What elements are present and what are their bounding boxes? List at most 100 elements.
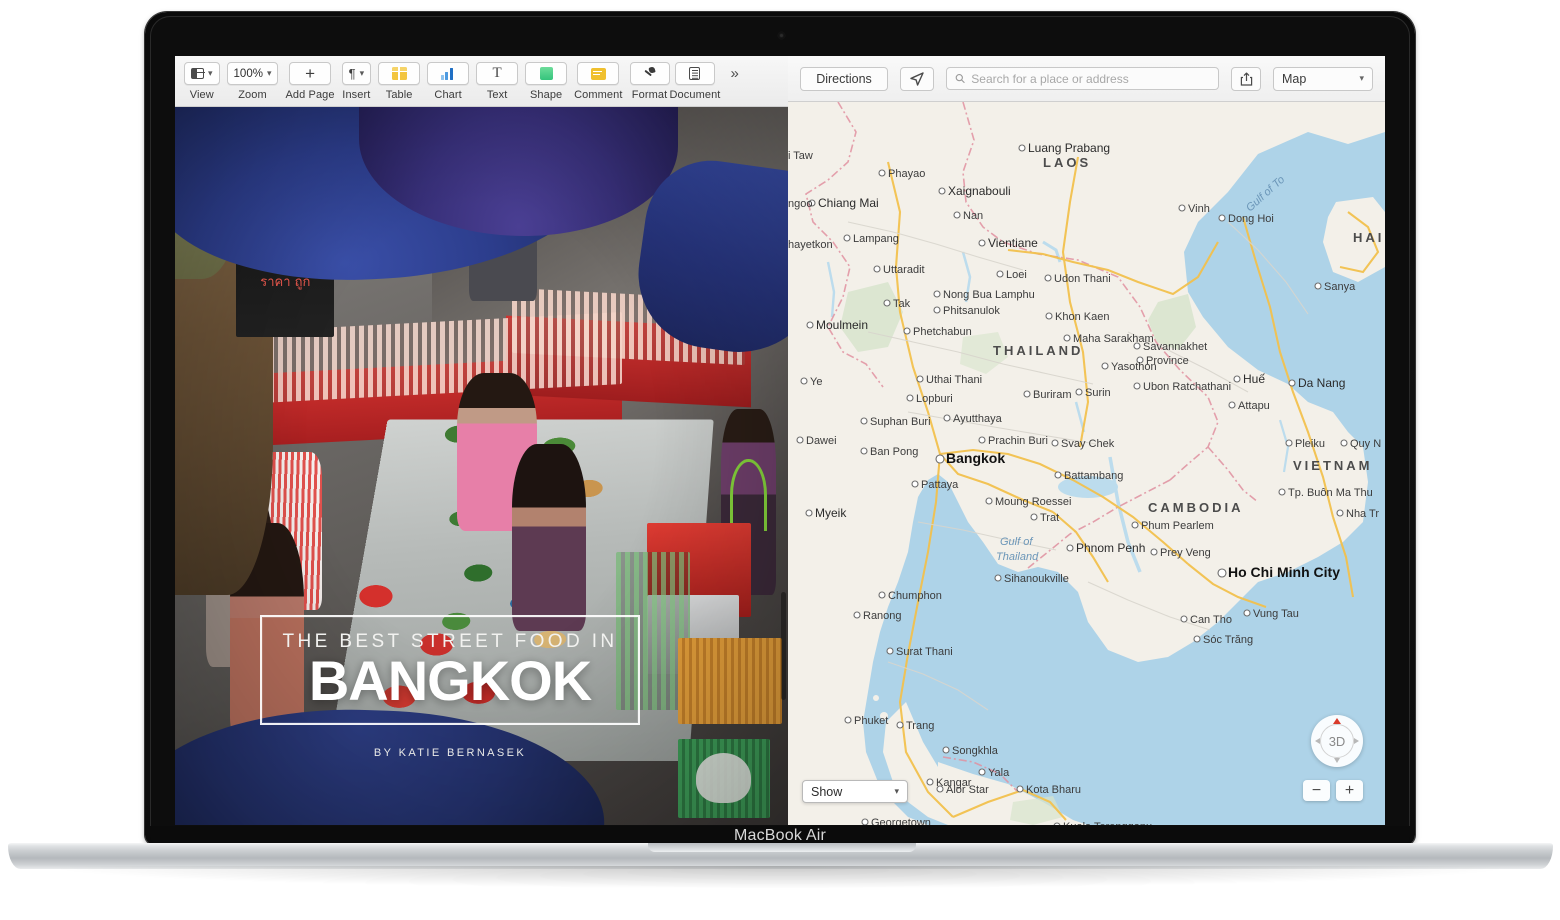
map-city-label: Nong Bua Lamphu: [933, 289, 1035, 301]
svg-text:Loei: Loei: [1006, 269, 1027, 281]
map-city-label: Bangkok: [935, 450, 1005, 466]
svg-text:Surat Thani: Surat Thani: [896, 646, 953, 658]
toolbar-item-chart[interactable]: Chart: [427, 62, 470, 101]
map-city-label: ngoo: [788, 198, 812, 210]
map-city-label: Buriram: [1023, 389, 1072, 401]
svg-text:Bangkok: Bangkok: [946, 450, 1005, 466]
map-country-label: LAOS: [1043, 155, 1091, 170]
map-canvas[interactable]: Luang Prabang Xaignabouli Phayao Chiang Mai…: [788, 102, 1385, 825]
macbook-air-device: ▾ View 100% ▾ Zoom + Add Page ¶ ▾ Insert…: [0, 0, 1560, 920]
share-button[interactable]: [1231, 66, 1261, 91]
comment-button[interactable]: [577, 62, 620, 85]
pages-document-canvas[interactable]: ราคา ถูก THE BEST STREET FOOD IN BANGKOK…: [175, 107, 788, 825]
document-scrollbar-thumb[interactable]: [781, 592, 786, 700]
map-city-label: Phetchabun: [903, 326, 972, 338]
directions-button[interactable]: Directions: [800, 66, 888, 91]
svg-text:Ye: Ye: [810, 376, 822, 388]
toolbar-overflow-button[interactable]: »: [730, 65, 738, 82]
zoom-out-button[interactable]: −: [1303, 780, 1330, 801]
search-icon: [955, 73, 965, 84]
toolbar-item-document[interactable]: Document: [670, 62, 721, 101]
map-country-label: THAILAND: [993, 343, 1083, 358]
map-show-dropdown[interactable]: Show ▾: [802, 780, 908, 803]
chevron-down-icon: ▾: [894, 786, 899, 796]
map-city-label: Yala: [978, 767, 1010, 779]
text-button[interactable]: T: [476, 62, 519, 85]
zoom-in-button[interactable]: +: [1336, 780, 1363, 801]
toolbar-item-format[interactable]: Format: [629, 62, 670, 101]
zoom-button[interactable]: 100% ▾: [226, 62, 279, 85]
toolbar-item-add-page[interactable]: + Add Page: [285, 62, 335, 101]
map-search-field[interactable]: [946, 67, 1219, 90]
toolbar-item-table[interactable]: Table: [378, 62, 421, 101]
maps-app-window: Directions Search for a place or address…: [788, 56, 1385, 825]
view-button[interactable]: ▾: [184, 62, 220, 85]
text-t-icon: T: [492, 65, 502, 81]
map-city-label: Da Nang: [1288, 376, 1345, 390]
map-city-label: Can Tho: [1180, 614, 1232, 626]
map-city-label: Lopburi: [906, 393, 953, 405]
map-city-label: Surin: [1075, 387, 1111, 399]
sticky-note-comment-icon: [590, 67, 606, 80]
map-city-label: Svay Chek: [1051, 438, 1115, 450]
svg-text:Nha Tr: Nha Tr: [1346, 508, 1379, 520]
3d-compass-control[interactable]: 3D: [1311, 715, 1363, 767]
toolbar-label-add-page: Add Page: [285, 89, 335, 101]
device-brand-label: MacBook Air: [733, 826, 826, 844]
svg-text:Xaignabouli: Xaignabouli: [948, 184, 1011, 198]
map-city-label: Dawei: [796, 435, 837, 447]
map-city-label: hayetkon: [788, 239, 833, 251]
map-zoom-controls: − +: [1303, 780, 1363, 801]
shape-button[interactable]: [525, 62, 568, 85]
map-city-label: Suphan Buri: [860, 416, 931, 428]
facetime-camera-icon: [778, 32, 785, 39]
map-water-label: Thailand: [996, 551, 1039, 563]
svg-text:Phnom Penh: Phnom Penh: [1076, 541, 1145, 555]
screen-display-area: ▾ View 100% ▾ Zoom + Add Page ¶ ▾ Insert…: [175, 56, 1385, 825]
toolbar-item-insert[interactable]: ¶ ▾ Insert: [341, 62, 372, 101]
insert-button[interactable]: ¶ ▾: [341, 62, 372, 85]
format-button[interactable]: [629, 62, 670, 85]
table-button[interactable]: [378, 62, 421, 85]
laptop-shadow: [60, 866, 1500, 888]
cover-title-main: BANGKOK: [308, 649, 592, 712]
map-city-label: Udon Thani: [1044, 273, 1111, 285]
svg-text:Pleiku: Pleiku: [1295, 438, 1325, 450]
svg-text:Da Nang: Da Nang: [1298, 376, 1345, 390]
toolbar-item-text[interactable]: T Text: [476, 62, 519, 101]
svg-text:Surin: Surin: [1085, 387, 1111, 399]
map-city-label: Phum Pearlem: [1131, 520, 1214, 532]
document-scrollbar[interactable]: [779, 107, 788, 825]
toolbar-item-zoom[interactable]: 100% ▾ Zoom: [226, 62, 279, 101]
map-city-label: Moulmein: [806, 318, 868, 332]
chart-button[interactable]: [427, 62, 470, 85]
toolbar-item-view[interactable]: ▾ View: [184, 62, 220, 101]
toolbar-label-shape: Shape: [529, 89, 563, 101]
svg-text:Moung Roessei: Moung Roessei: [995, 496, 1071, 508]
svg-text:Ayutthaya: Ayutthaya: [953, 413, 1003, 425]
svg-text:Alor Star: Alor Star: [946, 784, 989, 796]
map-city-label: i Taw: [788, 150, 813, 162]
map-city-label: Sihanoukville: [994, 573, 1069, 585]
cover-title-frame: THE BEST STREET FOOD IN BANGKOK: [260, 615, 640, 725]
map-city-label: Phnom Penh: [1066, 541, 1145, 555]
map-city-label: Luang Prabang: [1018, 141, 1110, 155]
map-city-label: Ye: [800, 376, 822, 388]
map-city-label: Lampang: [843, 233, 899, 245]
current-location-button[interactable]: [900, 66, 934, 91]
map-city-label: Yasothon: [1101, 361, 1157, 373]
add-page-button[interactable]: +: [289, 62, 332, 85]
map-city-label: Uthai Thani: [916, 374, 982, 386]
toolbar-item-comment[interactable]: Comment: [574, 62, 622, 101]
svg-text:Luang Prabang: Luang Prabang: [1028, 141, 1110, 155]
map-country-label: VIETNAM: [1293, 458, 1373, 473]
document-button[interactable]: [674, 62, 715, 85]
search-input[interactable]: [971, 71, 1210, 86]
svg-text:Sanya: Sanya: [1324, 281, 1356, 293]
svg-text:Quy N: Quy N: [1350, 438, 1381, 450]
chevron-down-icon: ▾: [359, 68, 365, 78]
toolbar-item-shape[interactable]: Shape: [525, 62, 568, 101]
maps-toolbar: Directions Search for a place or address…: [788, 56, 1385, 102]
3d-toggle-label[interactable]: 3D: [1320, 724, 1354, 758]
map-mode-dropdown[interactable]: Map ▾: [1273, 66, 1373, 91]
